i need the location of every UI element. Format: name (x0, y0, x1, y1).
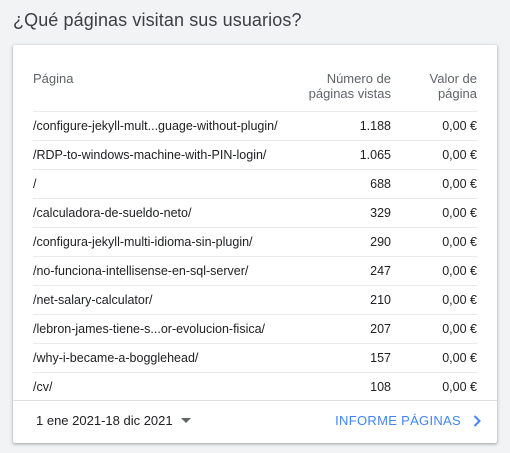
row-views-cell: 247 (295, 256, 391, 286)
table-row: /configura-jekyll-multi-idioma-sin-plugi… (33, 227, 477, 257)
row-page-cell: / (33, 169, 295, 199)
row-page-cell: /lebron-james-tiene-s...or-evolucion-fis… (33, 314, 295, 344)
row-page-cell: /why-i-became-a-bogglehead/ (33, 343, 295, 373)
column-header-value: Valor de página (429, 71, 477, 101)
table-row: /why-i-became-a-bogglehead/157 0,00 € (33, 343, 477, 373)
row-value-cell: 0,00 € (391, 198, 477, 228)
row-views-cell: 108 (295, 372, 391, 401)
date-range-selector[interactable]: 1 ene 2021-18 dic 2021 (36, 413, 191, 428)
row-page-cell: /cv/ (33, 372, 295, 401)
top-pages-card: Página Número de páginas vistas Valor de… (13, 45, 497, 443)
row-page-cell: /no-funciona-intellisense-en-sql-server/ (33, 256, 295, 286)
row-views-cell: 1.188 (295, 111, 391, 141)
row-value-cell: 0,00 € (391, 140, 477, 170)
section-title: ¿Qué páginas visitan sus usuarios? (13, 10, 302, 30)
table-row: /calculadora-de-sueldo-neto/329 0,00 € (33, 198, 477, 228)
column-header-page: Página (33, 71, 74, 86)
table-row: /688 0,00 € (33, 169, 477, 199)
table-header-row: Página Número de páginas vistas Valor de… (33, 69, 477, 112)
chevron-right-icon (473, 414, 481, 427)
table-row: /RDP-to-windows-machine-with-PIN-login/1… (33, 140, 477, 170)
table-row: /net-salary-calculator/210 0,00 € (33, 285, 477, 315)
row-page-cell: /net-salary-calculator/ (33, 285, 295, 315)
row-views-cell: 290 (295, 227, 391, 257)
row-views-cell: 157 (295, 343, 391, 373)
row-value-cell: 0,00 € (391, 169, 477, 199)
table-row: /cv/108 0,00 € (33, 372, 477, 401)
row-page-cell: /calculadora-de-sueldo-neto/ (33, 198, 295, 228)
row-value-cell: 0,00 € (391, 343, 477, 373)
row-page-cell: /RDP-to-windows-machine-with-PIN-login/ (33, 140, 295, 170)
row-value-cell: 0,00 € (391, 285, 477, 315)
row-views-cell: 329 (295, 198, 391, 228)
row-value-cell: 0,00 € (391, 314, 477, 344)
row-value-cell: 0,00 € (391, 372, 477, 401)
table-row: /lebron-james-tiene-s...or-evolucion-fis… (33, 314, 477, 344)
row-views-cell: 210 (295, 285, 391, 315)
row-value-cell: 0,00 € (391, 227, 477, 257)
pages-table: Página Número de páginas vistas Valor de… (33, 69, 477, 401)
row-views-cell: 1.065 (295, 140, 391, 170)
row-value-cell: 0,00 € (391, 256, 477, 286)
date-range-label: 1 ene 2021-18 dic 2021 (36, 413, 173, 428)
column-header-views: Número de páginas vistas (308, 71, 391, 101)
pages-report-link[interactable]: INFORME PÁGINAS (335, 413, 481, 428)
row-value-cell: 0,00 € (391, 111, 477, 141)
row-page-cell: /configura-jekyll-multi-idioma-sin-plugi… (33, 227, 295, 257)
pages-report-link-label: INFORME PÁGINAS (335, 413, 461, 428)
row-views-cell: 688 (295, 169, 391, 199)
row-page-cell: /configure-jekyll-mult...guage-without-p… (33, 111, 295, 141)
caret-down-icon (180, 418, 191, 423)
card-footer: 1 ene 2021-18 dic 2021 INFORME PÁGINAS (13, 400, 497, 443)
row-views-cell: 207 (295, 314, 391, 344)
table-row: /no-funciona-intellisense-en-sql-server/… (33, 256, 477, 286)
table-row: /configure-jekyll-mult...guage-without-p… (33, 111, 477, 141)
